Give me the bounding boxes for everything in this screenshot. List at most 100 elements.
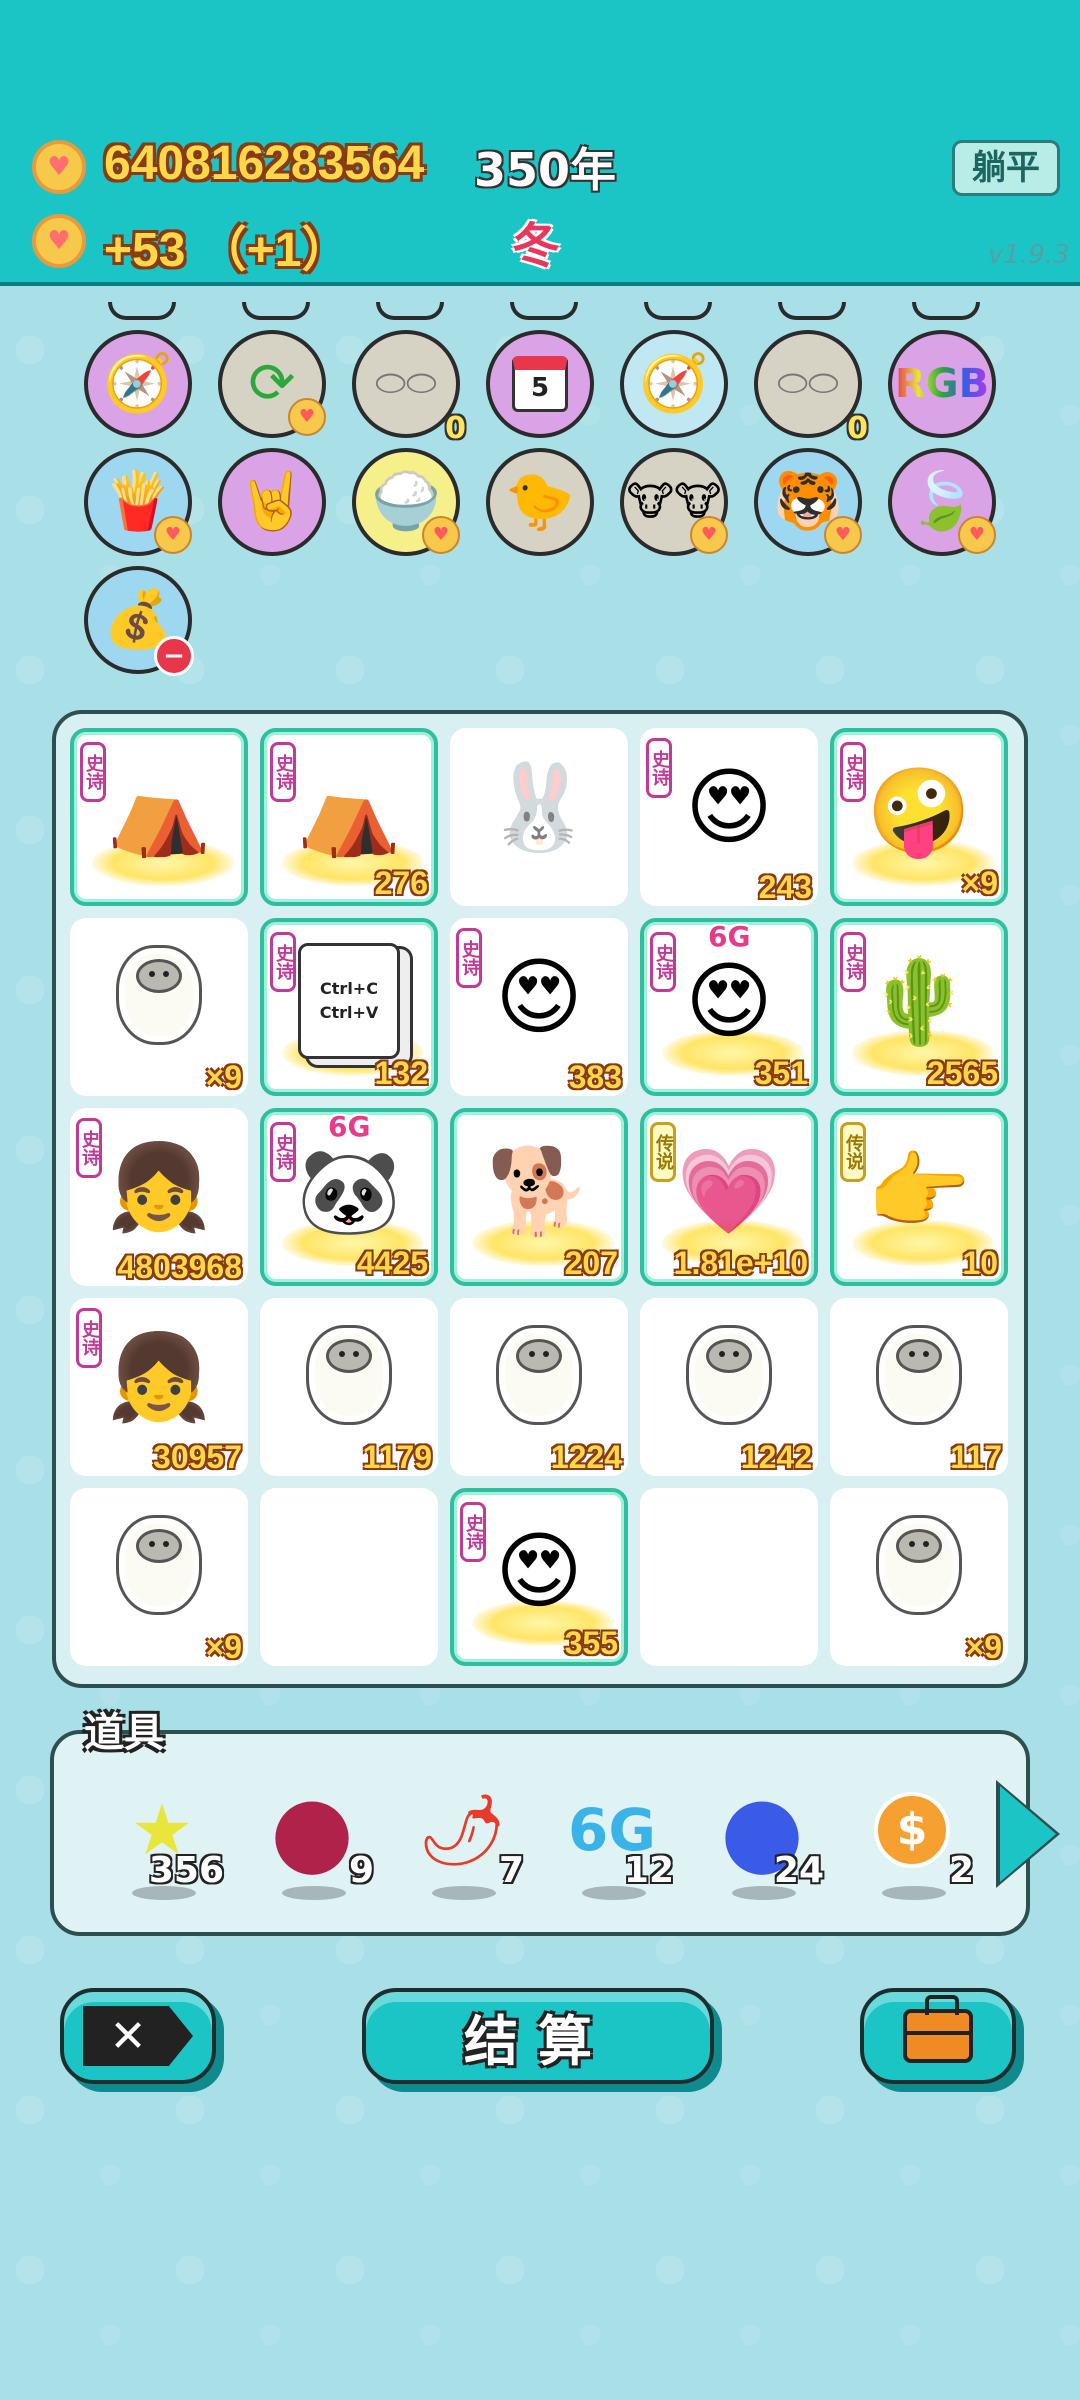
grid-slot-6g-panda[interactable]: 🐼 史诗 6G 4425 <box>260 1108 438 1286</box>
rarity-tag: 史诗 <box>80 742 106 802</box>
scrolled-skill-edge <box>510 302 578 320</box>
sheep-icon <box>260 1312 438 1442</box>
version-label: v1.9.3 <box>988 240 1070 270</box>
grid-slot-silver-hair-guy[interactable]: 🤪 史诗 ×9 <box>830 728 1008 906</box>
rarity-tag: 传说 <box>840 1122 866 1182</box>
empty-slot[interactable] <box>640 1488 818 1666</box>
grid-slot-sheep[interactable]: ×9 <box>830 1488 1008 1666</box>
grid-slot-rabbit[interactable]: 🐰 <box>450 728 628 906</box>
heart-badge-icon: ♥ <box>690 516 728 554</box>
rarity-tag: 史诗 <box>460 1502 486 1562</box>
item-lychee[interactable]: ● 9 <box>254 1774 374 1914</box>
briefcase-button[interactable] <box>860 1988 1016 2084</box>
exit-button[interactable]: ✕ <box>60 1988 216 2084</box>
grid-slot-heart-king[interactable]: 💗 传说 1.81e+10 <box>640 1108 818 1286</box>
briefcase-icon <box>903 1995 973 2063</box>
compass-icon[interactable]: 🧭 <box>84 330 192 438</box>
item-coin[interactable]: $2 <box>854 1774 974 1914</box>
six-g-badge: 6G <box>328 1110 371 1143</box>
heart-badge-icon: ♥ <box>824 516 862 554</box>
grid-slot-sheep[interactable]: 117 <box>830 1298 1008 1476</box>
calendar-icon[interactable]: 5 <box>486 330 594 438</box>
coin-icon: $ <box>874 1792 950 1868</box>
grid-slot-bald-man[interactable]: 😍 史诗 243 <box>640 728 818 906</box>
item-shadow <box>882 1886 946 1900</box>
rarity-tag: 史诗 <box>270 1122 296 1182</box>
slot-count: 207 <box>564 1245 618 1281</box>
grid-slot-husky-dog[interactable]: 🐕 207 <box>450 1108 628 1286</box>
grid-slot-6g-king[interactable]: 😍 史诗 6G 351 <box>640 918 818 1096</box>
grid-slot-pointing-hand[interactable]: 👉 传说 10 <box>830 1108 1008 1286</box>
item-quantity: 12 <box>623 1850 674 1891</box>
tiger-icon[interactable]: 🐯 ♥ <box>754 448 862 556</box>
slot-count: 30957 <box>153 1439 242 1475</box>
next-page-arrow-icon[interactable] <box>1000 1786 1056 1882</box>
slot-count: 355 <box>564 1625 618 1661</box>
zero-badge: 0 <box>847 411 868 446</box>
copy-paste-line: Ctrl+C <box>320 979 378 998</box>
money-bag-icon[interactable]: 💰 − <box>84 566 194 676</box>
gold-coin-icon: ♥ <box>32 140 86 194</box>
lie-flat-button[interactable]: 躺平 <box>952 140 1060 196</box>
grid-slot-heart-girl[interactable]: 👧 史诗 30957 <box>70 1298 248 1476</box>
rice-bowl-icon[interactable]: 🍚 ♥ <box>352 448 460 556</box>
sheep-icon <box>450 1312 628 1442</box>
grid-slot-sheep[interactable]: ×9 <box>70 1488 248 1666</box>
slot-count: 117 <box>950 1439 1002 1475</box>
copy-paste-line: Ctrl+V <box>319 1003 379 1022</box>
scrolled-skill-edge <box>108 302 176 320</box>
sheep-icon <box>830 1312 1008 1442</box>
grid-slot-bald-man[interactable]: 😍 史诗 383 <box>450 918 628 1096</box>
egg-tray-icon[interactable]: ⬭⬭ 0 <box>352 330 466 444</box>
grid-slot-sheep[interactable]: 1179 <box>260 1298 438 1476</box>
remove-icon[interactable]: − <box>154 636 194 676</box>
empty-slot[interactable] <box>260 1488 438 1666</box>
rgb-icon[interactable]: RGB <box>888 330 996 438</box>
rock-hand-icon[interactable]: 🤘 <box>218 448 326 556</box>
grid-slot-rabbit-house[interactable]: ⛺ 史诗 <box>70 728 248 906</box>
grid-slot-sheep[interactable]: ×9 <box>70 918 248 1096</box>
slot-count: 4803968 <box>117 1249 242 1285</box>
rarity-tag: 史诗 <box>840 742 866 802</box>
heart-badge-icon: ♥ <box>288 398 326 436</box>
item-chili[interactable]: 🌶 7 <box>404 1774 524 1914</box>
scrolled-skill-edge <box>778 302 846 320</box>
grid-slot-crowned-bald-man[interactable]: 😍 史诗 355 <box>450 1488 628 1666</box>
season-label: 冬 <box>512 218 561 274</box>
slot-count: 1242 <box>740 1439 812 1475</box>
heart-badge-icon: ♥ <box>154 516 192 554</box>
slot-count: 276 <box>374 865 428 901</box>
grid-slot-ctrl-c-ctrl-v[interactable]: Ctrl+C Ctrl+V 史诗 132 <box>260 918 438 1096</box>
fries-icon[interactable]: 🍟 ♥ <box>84 448 192 556</box>
item-blueberry[interactable]: ● 24 <box>704 1774 824 1914</box>
scrolled-skill-edge <box>242 302 310 320</box>
item-star[interactable]: ★ 356 <box>104 1774 224 1914</box>
grid-slot-sheep[interactable]: 1224 <box>450 1298 628 1476</box>
item-quantity: 24 <box>773 1850 824 1891</box>
heart-badge-icon: ♥ <box>422 516 460 554</box>
grid-slot-heart-cactus[interactable]: 🌵 史诗 2565 <box>830 918 1008 1096</box>
leaf-icon[interactable]: 🍃 ♥ <box>888 448 996 556</box>
chick-icon[interactable]: 🐤 <box>486 448 594 556</box>
grid-slot-heart-girl[interactable]: 👧 史诗 4803968 <box>70 1108 248 1286</box>
sheep-icon <box>830 1502 1008 1632</box>
zero-badge: 0 <box>445 411 466 446</box>
slot-count: 2565 <box>926 1055 998 1091</box>
settle-button[interactable]: 结算 <box>362 1988 714 2084</box>
refresh-icon[interactable]: ⟳ ♥ <box>218 330 326 438</box>
egg-tray-icon[interactable]: ⬭⬭ 0 <box>754 330 868 444</box>
item-quantity: 9 <box>348 1850 374 1891</box>
close-icon: ✕ <box>83 2006 193 2066</box>
rgb-label: RGB <box>894 361 990 407</box>
rarity-tag: 史诗 <box>76 1308 102 1368</box>
income-amount: +53 （+1） <box>104 224 350 277</box>
item-shadow <box>282 1886 346 1900</box>
item-6g[interactable]: 6G 12 <box>554 1774 674 1914</box>
grid-slot-rabbit-house[interactable]: ⛺ 史诗 276 <box>260 728 438 906</box>
cows-icon[interactable]: 🐮🐮 ♥ <box>620 448 728 556</box>
slot-count: 351 <box>754 1055 808 1091</box>
item-quantity: 2 <box>948 1850 974 1891</box>
rarity-tag: 史诗 <box>270 932 296 992</box>
compass-icon[interactable]: 🧭 <box>620 330 728 438</box>
grid-slot-sheep[interactable]: 1242 <box>640 1298 818 1476</box>
